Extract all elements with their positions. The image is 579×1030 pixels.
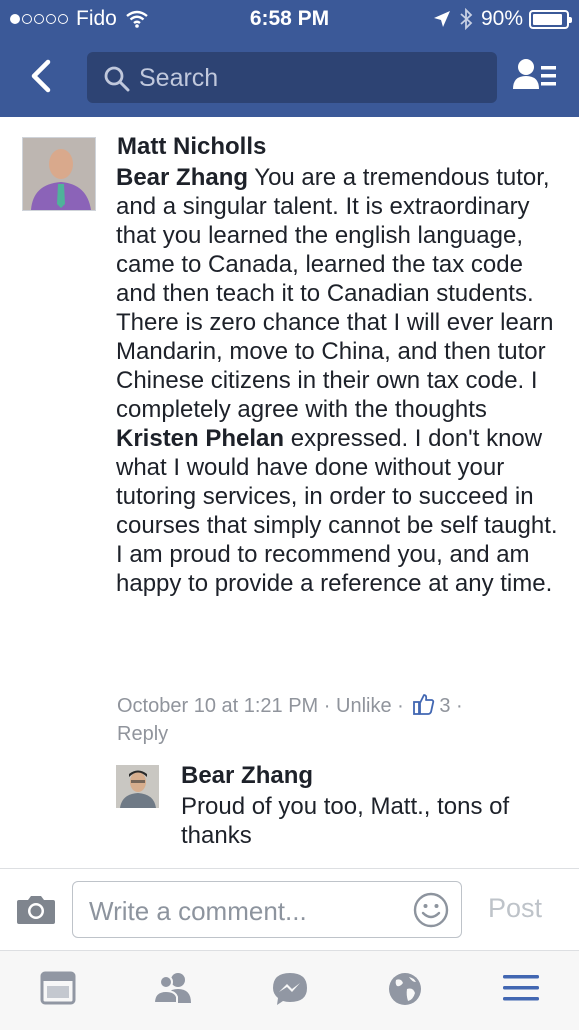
avatar[interactable] [22, 137, 96, 211]
reply-text: Proud of you too, Matt., tons of thanks [181, 793, 510, 849]
reply-button[interactable]: Reply [117, 723, 168, 745]
mention-link[interactable]: Kristen Phelan [116, 425, 284, 452]
globe-notifications-icon[interactable] [387, 971, 423, 1007]
like-count[interactable]: 3 [439, 695, 450, 717]
battery-percent: 90% [480, 7, 523, 30]
friends-list-icon[interactable] [512, 56, 558, 96]
post-button[interactable]: Post [488, 893, 542, 924]
profile-photo [23, 138, 95, 210]
comment-composer: Post [0, 868, 579, 951]
chevron-left-icon[interactable] [26, 56, 66, 96]
comment-text-part: You are a tremendous tutor, and a singul… [116, 164, 554, 423]
news-feed-icon[interactable] [40, 971, 76, 1005]
mention-link[interactable]: Bear Zhang [116, 164, 248, 191]
app-header: Fido 6:58 PM 90% [0, 0, 579, 117]
location-arrow-icon [433, 11, 450, 27]
menu-icon[interactable] [502, 971, 540, 1005]
comment-input-box[interactable] [72, 881, 462, 938]
search-icon [104, 66, 130, 92]
camera-icon[interactable] [16, 893, 56, 925]
reply-author[interactable]: Bear Zhang [181, 762, 313, 790]
comment-input[interactable] [87, 892, 401, 930]
friend-requests-icon[interactable] [153, 971, 195, 1005]
search-bar[interactable] [87, 52, 497, 103]
separator: · [450, 695, 463, 717]
messenger-icon[interactable] [271, 971, 309, 1007]
status-bar: Fido 6:58 PM 90% [0, 0, 579, 38]
profile-photo [116, 765, 159, 808]
separator: · [391, 695, 410, 717]
emoji-icon[interactable] [413, 892, 449, 928]
comment-meta: October 10 at 1:21 PM · Unlike · 3 · Rep… [117, 692, 557, 748]
battery-icon [529, 9, 572, 29]
separator: · [318, 695, 337, 717]
search-input[interactable] [137, 60, 481, 96]
comment-author[interactable]: Matt Nicholls [117, 133, 266, 161]
reply-avatar[interactable] [116, 765, 159, 808]
bottom-tab-bar [0, 950, 579, 1030]
thumbs-up-icon[interactable] [413, 693, 435, 715]
comment-text: Bear Zhang You are a tremendous tutor, a… [116, 163, 561, 598]
comment-timestamp[interactable]: October 10 at 1:21 PM [117, 695, 318, 717]
unlike-button[interactable]: Unlike [336, 695, 392, 717]
navigation-bar [0, 50, 579, 106]
bluetooth-icon [460, 8, 473, 30]
